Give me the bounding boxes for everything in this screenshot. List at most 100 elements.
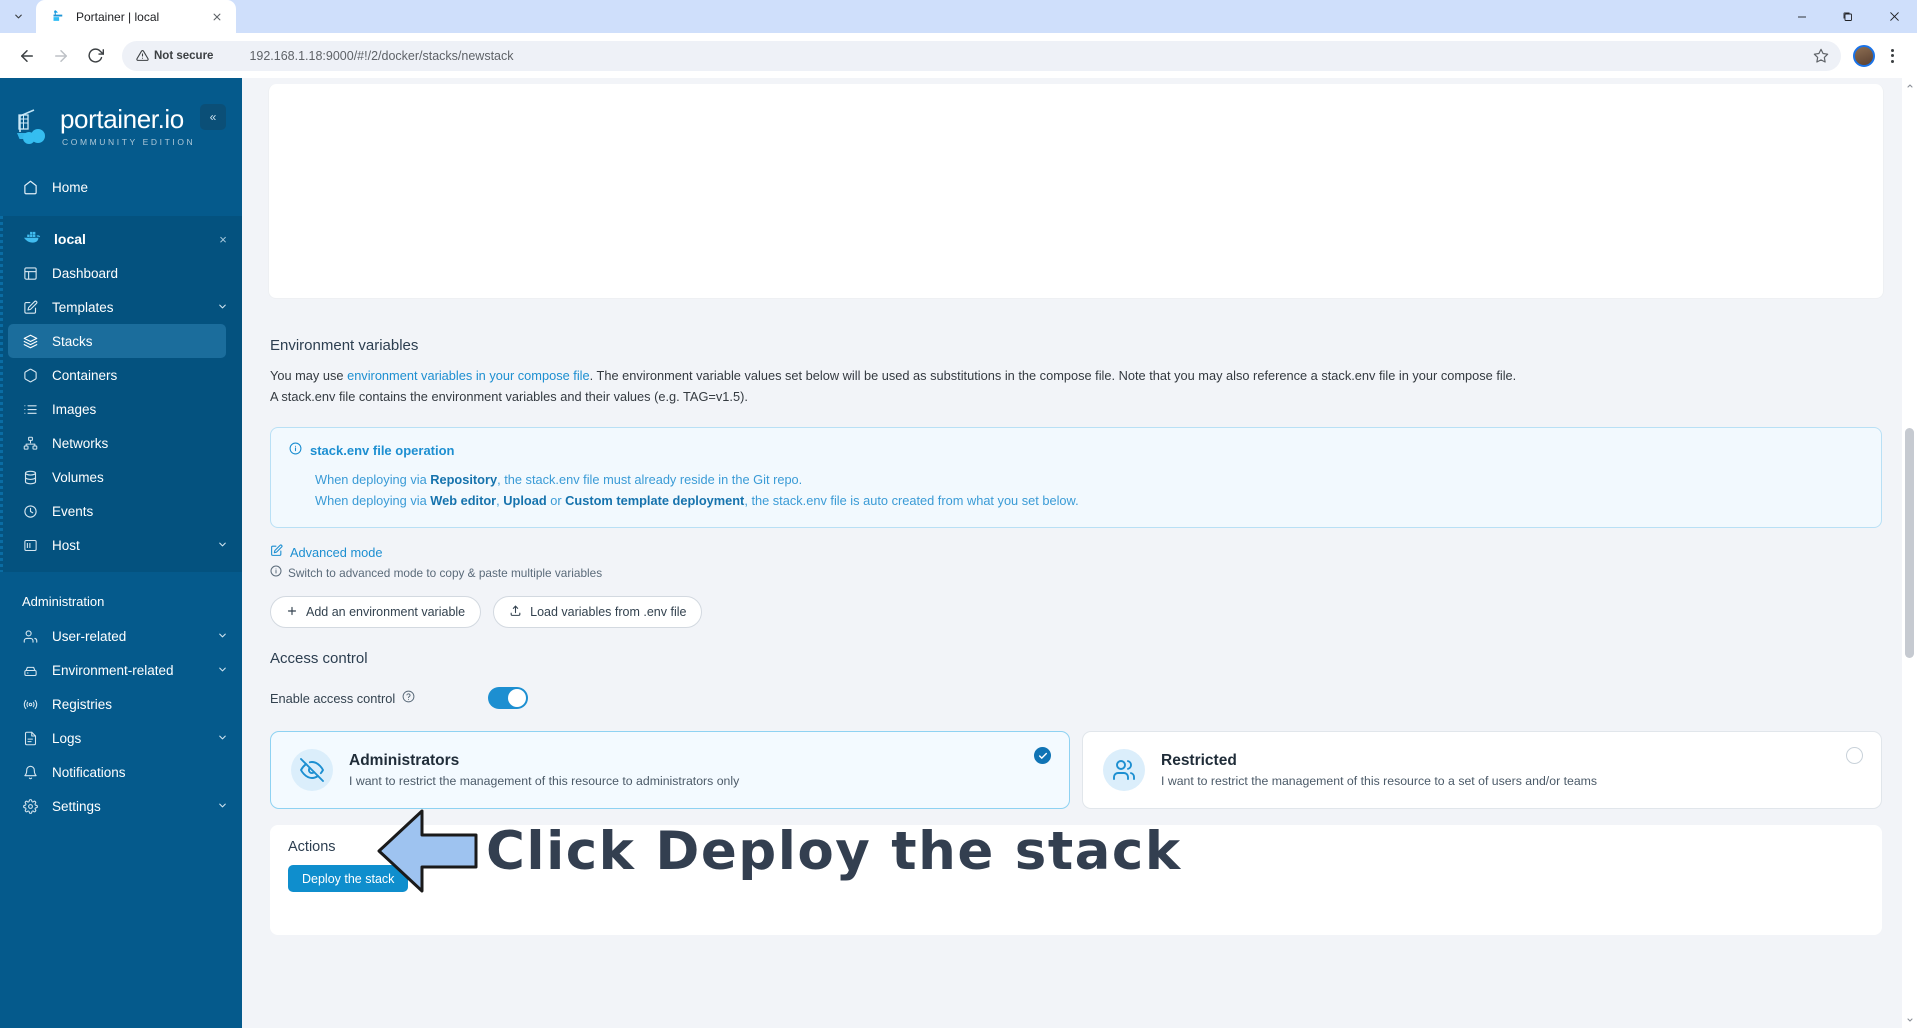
actions-panel: Actions Deploy the stack Click Deploy th… <box>270 809 1882 936</box>
access-option-text-block: Administrators I want to restrict the ma… <box>349 752 739 788</box>
sidebar-item-environment-related[interactable]: Environment-related <box>0 653 242 687</box>
networks-icon <box>22 435 38 451</box>
browser-tabstrip: Portainer | local <box>0 0 1917 33</box>
content-vertical-scrollbar[interactable] <box>1902 78 1917 1028</box>
logo-title: portainer.io <box>60 104 184 134</box>
infobox-l2-b: Web editor <box>430 492 497 508</box>
infobox-l2-a: When deploying via <box>315 492 431 508</box>
app-shell: portainer.io COMMUNITY EDITION « Home lo… <box>0 78 1917 1028</box>
logo-subtitle: COMMUNITY EDITION <box>62 137 196 147</box>
browser-tab[interactable]: Portainer | local <box>36 0 236 33</box>
sidebar-item-label: Home <box>52 179 89 195</box>
infobox-l2-g: , the stack.env file is auto created fro… <box>744 492 1079 508</box>
sidebar-item-label: Containers <box>52 367 118 383</box>
sidebar-environment-name: local <box>54 231 86 247</box>
sidebar-nav-primary: Home <box>0 170 242 204</box>
eye-off-icon <box>291 749 333 792</box>
sidebar-item-images[interactable]: Images <box>0 392 242 426</box>
access-option-restricted[interactable]: Restricted I want to restrict the manage… <box>1082 731 1882 810</box>
sidebar-environment-header[interactable]: local × <box>0 222 242 256</box>
load-variables-from-env-button[interactable]: Load variables from .env file <box>493 596 703 629</box>
portainer-favicon-icon <box>50 8 67 25</box>
env-desc-part1: You may use <box>270 368 348 383</box>
infobox-line-2: When deploying via Web editor, Upload or… <box>289 491 1863 511</box>
sidebar-item-label: Templates <box>52 299 114 315</box>
sidebar-logo[interactable]: portainer.io COMMUNITY EDITION « <box>0 94 242 148</box>
infobox-l2-e: or <box>546 492 566 508</box>
sidebar-item-label: Settings <box>52 798 101 814</box>
sidebar-item-user-related[interactable]: User-related <box>0 619 242 653</box>
scrollbar-thumb[interactable] <box>1905 428 1914 658</box>
access-option-administrators[interactable]: Administrators I want to restrict the ma… <box>270 731 1070 810</box>
sidebar-environment-group: local × Dashboard Templates Stacks Conta… <box>0 216 242 572</box>
bookmark-star-icon[interactable] <box>1809 44 1833 68</box>
address-bar[interactable]: Not secure 192.168.1.18:9000/#!/2/docker… <box>122 40 1841 71</box>
url-text: 192.168.1.18:9000/#!/2/docker/stacks/new… <box>249 48 514 63</box>
tab-close-icon[interactable] <box>208 8 226 26</box>
infobox-l1-c: , the stack.env file must already reside… <box>497 472 803 488</box>
sidebar-item-label: Volumes <box>52 469 104 485</box>
sidebar-item-containers[interactable]: Containers <box>0 358 242 392</box>
sidebar-item-templates[interactable]: Templates <box>0 290 242 324</box>
scroll-down-arrow-icon[interactable] <box>1902 1012 1917 1028</box>
advanced-mode-link[interactable]: Advanced mode <box>270 544 1884 560</box>
environment-icon <box>22 662 38 678</box>
window-minimize-button[interactable] <box>1779 0 1825 33</box>
env-vars-doc-link[interactable]: environment variables in your compose fi… <box>347 368 590 383</box>
home-icon <box>22 179 38 195</box>
sidebar-environment-close-icon[interactable]: × <box>214 230 232 248</box>
access-option-selected-check-icon[interactable] <box>1034 747 1051 765</box>
access-option-description: I want to restrict the management of thi… <box>1161 774 1598 789</box>
sidebar-item-logs[interactable]: Logs <box>0 721 242 755</box>
question-icon[interactable] <box>402 690 415 706</box>
toolbar-right-cluster <box>1853 43 1905 69</box>
security-indicator[interactable]: Not secure <box>136 49 213 62</box>
sidebar-item-volumes[interactable]: Volumes <box>0 460 242 494</box>
gear-icon <box>22 798 38 814</box>
tab-list-chevron-down-icon[interactable] <box>4 4 32 30</box>
access-option-radio[interactable] <box>1846 747 1863 765</box>
chevron-down-icon <box>217 800 228 813</box>
events-clock-icon <box>22 503 38 519</box>
panel-divider <box>268 299 1884 323</box>
plus-icon <box>286 605 298 620</box>
window-close-button[interactable] <box>1871 0 1917 33</box>
sidebar-item-settings[interactable]: Settings <box>0 789 242 823</box>
browser-menu-button[interactable] <box>1879 43 1905 69</box>
sidebar-item-label: Environment-related <box>52 662 174 678</box>
infobox-l1-b: Repository <box>430 472 498 488</box>
page-bottom-gap <box>268 935 1884 950</box>
logs-icon <box>22 730 38 746</box>
sidebar-item-stacks[interactable]: Stacks <box>8 324 226 358</box>
sidebar-item-label: Networks <box>52 435 109 451</box>
sidebar-item-registries[interactable]: Registries <box>0 687 242 721</box>
chevron-down-icon <box>217 301 228 314</box>
window-maximize-button[interactable] <box>1825 0 1871 33</box>
sidebar-item-label: Images <box>52 401 97 417</box>
enable-access-control-row: Enable access control <box>270 683 1884 713</box>
sidebar-item-dashboard[interactable]: Dashboard <box>0 256 242 290</box>
advanced-mode-hint: Switch to advanced mode to copy & paste … <box>270 565 1884 580</box>
sidebar-item-networks[interactable]: Networks <box>0 426 242 460</box>
web-editor-panel[interactable] <box>268 84 1884 299</box>
sidebar-item-home[interactable]: Home <box>0 170 242 204</box>
sidebar-item-host[interactable]: Host <box>0 528 242 562</box>
add-environment-variable-button[interactable]: Add an environment variable <box>270 596 482 629</box>
sidebar-collapse-button[interactable]: « <box>200 104 226 130</box>
reload-button[interactable] <box>80 41 110 71</box>
access-control-options: Administrators I want to restrict the ma… <box>270 731 1882 810</box>
deploy-the-stack-button[interactable]: Deploy the stack <box>288 865 409 893</box>
enable-access-control-toggle[interactable] <box>488 687 528 710</box>
back-button[interactable] <box>12 41 42 71</box>
environment-variables-title: Environment variables <box>270 337 419 354</box>
stacks-icon <box>22 333 38 349</box>
sidebar-item-events[interactable]: Events <box>0 494 242 528</box>
profile-avatar[interactable] <box>1853 44 1875 67</box>
advanced-mode-label: Advanced mode <box>290 544 383 560</box>
sidebar-administration-label: Administration <box>22 594 105 609</box>
infobox-line-1: When deploying via Repository, the stack… <box>289 470 1863 490</box>
dashboard-icon <box>22 265 38 281</box>
scroll-up-arrow-icon[interactable] <box>1902 78 1917 94</box>
forward-button[interactable] <box>46 41 76 71</box>
sidebar-item-notifications[interactable]: Notifications <box>0 755 242 789</box>
